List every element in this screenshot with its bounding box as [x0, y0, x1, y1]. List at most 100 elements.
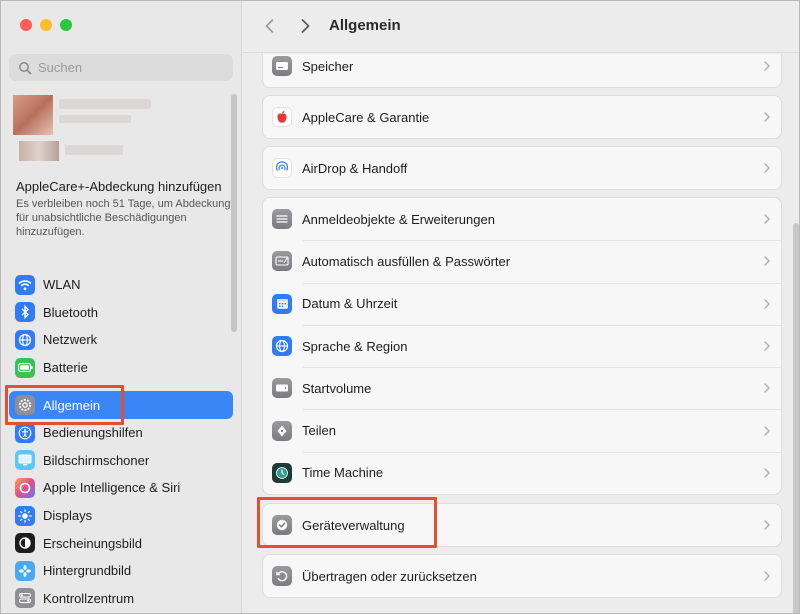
sidebar-item-label: Bildschirmschoner [43, 452, 150, 468]
settings-row-label: AppleCare & Garantie [302, 109, 430, 125]
applecare-subtitle: Es verbleiben noch 51 Tage, um Abdeckung… [16, 198, 231, 238]
sidebar-item-erscheinungsbild[interactable]: Erscheinungsbild [9, 529, 233, 557]
settings-row-label: Time Machine [302, 465, 384, 481]
apple-icon [272, 107, 292, 128]
settings-row-label: Automatisch ausfüllen & Passwörter [302, 253, 511, 269]
chevron-right-icon [764, 520, 771, 530]
zoom-button[interactable] [60, 19, 72, 31]
avatar [13, 95, 53, 135]
chevron-right-icon [764, 468, 771, 478]
settings-row-label: Speicher [302, 58, 354, 74]
sidebar-item-displays[interactable]: Displays [9, 502, 233, 530]
battery-icon [15, 357, 35, 378]
chevron-right-icon [764, 163, 771, 173]
settings-group-airdrop: AirDrop & Handoff [262, 146, 782, 191]
chevron-right-icon [764, 383, 771, 394]
search-input[interactable]: Suchen [9, 54, 233, 81]
settings-row-anmeldeobjekte[interactable]: Anmeldeobjekte & Erweiterungen [263, 198, 781, 240]
account-name-blurred [59, 99, 151, 109]
chevron-left-icon [265, 19, 273, 33]
sidebar-item-bluetooth[interactable]: Bluetooth [9, 299, 233, 327]
settings-group-applecare: AppleCare & Garantie [262, 95, 782, 140]
settings-group-general: Anmeldeobjekte & Erweiterungen Automatis… [262, 197, 782, 496]
settings-row-teilen[interactable]: Teilen [263, 409, 781, 451]
minimize-button[interactable] [40, 19, 52, 31]
settings-row-startvolume[interactable]: Startvolume [263, 367, 781, 409]
toolbar: Allgemein [243, 1, 799, 53]
apple-account-profile[interactable] [13, 93, 173, 165]
sidebar-item-label: Batterie [43, 360, 88, 376]
sidebar-item-apple-intelligence-siri[interactable]: Apple Intelligence & Siri [9, 474, 233, 502]
family-avatar [19, 141, 59, 161]
sun-icon [15, 505, 35, 526]
sidebar-item-label: Bedienungshilfen [43, 425, 143, 441]
globe-icon [15, 329, 35, 350]
chevron-right-icon [764, 298, 771, 309]
settings-row-uebertragen-zuruecksetzen[interactable]: Übertragen oder zurücksetzen [263, 555, 781, 597]
settings-row-autofill[interactable]: Automatisch ausfüllen & Passwörter [263, 240, 781, 282]
sidebar-item-label: Bluetooth [43, 304, 98, 320]
page-title: Allgemein [329, 17, 401, 34]
sidebar-item-label: Displays [43, 508, 93, 524]
sidebar-item-hintergrundbild[interactable]: Hintergrundbild [9, 557, 233, 585]
settings-row-airdrop[interactable]: AirDrop & Handoff [263, 147, 781, 189]
settings-row-label: Startvolume [302, 380, 372, 396]
settings-row-sprache-region[interactable]: Sprache & Region [263, 324, 781, 367]
chevron-right-icon [764, 256, 771, 267]
chevron-right-icon [764, 61, 771, 71]
login-items-icon [272, 209, 292, 230]
chevron-right-icon [764, 571, 771, 581]
settings-row-speicher[interactable]: Speicher [263, 54, 781, 87]
settings-row-label: Teilen [302, 423, 336, 439]
sidebar-item-kontrollzentrum[interactable]: Kontrollzentrum [9, 585, 233, 613]
main-scrollbar[interactable] [793, 223, 799, 613]
sidebar-scrollbar[interactable] [231, 94, 237, 332]
settings-row-label: AirDrop & Handoff [302, 160, 408, 176]
sidebar-item-bildschirmschoner[interactable]: Bildschirmschoner [9, 447, 233, 475]
settings-row-label: Datum & Uhrzeit [302, 296, 398, 312]
flower-icon [15, 560, 35, 581]
settings-row-time-machine[interactable]: Time Machine [263, 451, 781, 494]
wifi-icon [15, 274, 35, 295]
highlight-geraeteverwaltung [257, 497, 437, 548]
airdrop-icon [272, 158, 292, 179]
back-button[interactable] [259, 15, 279, 37]
chevron-right-icon [764, 341, 771, 351]
autofill-icon [272, 251, 292, 272]
settings-row-label: Sprache & Region [302, 338, 408, 354]
siri-icon [15, 477, 35, 498]
applecare-title: AppleCare+-Abdeckung hinzufügen [16, 179, 222, 194]
sidebar-item-label: Hintergrundbild [43, 563, 132, 579]
sidebar-list: WLAN Bluetooth Netzwerk Batterie Allgeme… [9, 271, 233, 612]
reset-icon [272, 566, 292, 587]
sidebar-item-label: Apple Intelligence & Siri [43, 480, 181, 496]
search-placeholder: Suchen [38, 60, 83, 75]
sidebar-item-label: Erscheinungsbild [43, 535, 143, 551]
chevron-right-icon [764, 425, 771, 436]
time-machine-icon [272, 462, 292, 483]
control-center-icon [15, 588, 35, 609]
settings-row-applecare[interactable]: AppleCare & Garantie [263, 96, 781, 138]
chevron-right-icon [764, 112, 771, 122]
close-button[interactable] [20, 19, 32, 31]
search-icon [19, 61, 32, 74]
bluetooth-icon [15, 302, 35, 323]
sidebar-item-label: WLAN [43, 277, 81, 293]
forward-button[interactable] [295, 15, 315, 37]
highlight-allgemein [5, 385, 124, 425]
window-controls [20, 19, 72, 31]
settings-window: Suchen AppleCare+-Abdeckung hinzufügen E… [0, 0, 800, 614]
settings-row-label: Anmeldeobjekte & Erweiterungen [302, 211, 495, 227]
settings-row-datum-uhrzeit[interactable]: Datum & Uhrzeit [263, 282, 781, 325]
sidebar-item-batterie[interactable]: Batterie [9, 354, 233, 382]
calendar-icon [272, 293, 292, 314]
family-label-blurred [65, 145, 123, 155]
sidebar-item-label: Kontrollzentrum [43, 590, 135, 606]
sidebar-item-netzwerk[interactable]: Netzwerk [9, 326, 233, 354]
sidebar-item-wlan[interactable]: WLAN [9, 271, 233, 299]
accessibility-icon [15, 422, 35, 443]
screensaver-icon [15, 450, 35, 471]
sidebar-item-label: Netzwerk [43, 332, 98, 348]
applecare-promo[interactable]: AppleCare+-Abdeckung hinzufügen Es verbl… [16, 179, 231, 239]
settings-group-storage: Speicher [262, 54, 782, 89]
